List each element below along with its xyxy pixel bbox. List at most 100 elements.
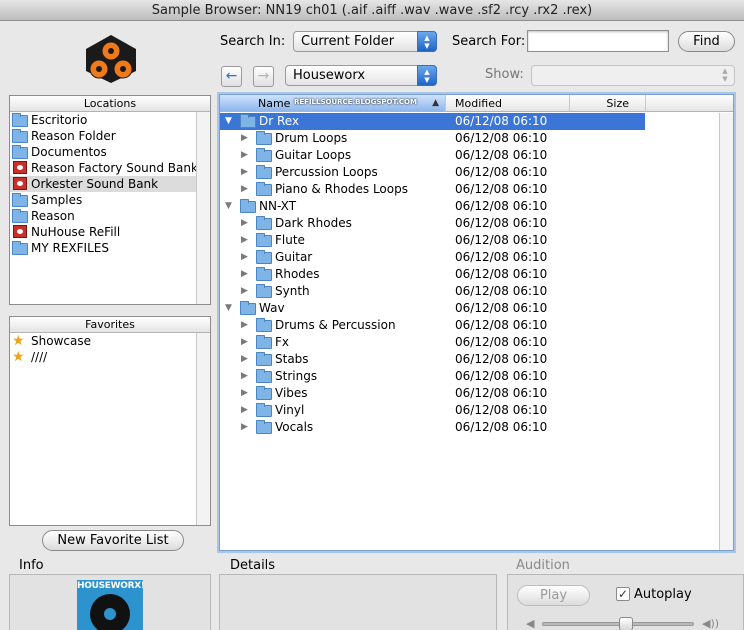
disclosure-collapsed-icon[interactable]: ▶ (241, 334, 248, 351)
browser-row[interactable]: ▶ Dark Rhodes 06/12/08 06:10 (220, 215, 645, 232)
browser-row[interactable]: ▶ Strings 06/12/08 06:10 (220, 368, 645, 385)
disclosure-collapsed-icon[interactable]: ▶ (241, 266, 248, 283)
refill-icon (13, 225, 27, 238)
popup-arrows-icon: ▲ ▼ (722, 67, 728, 83)
size-column-header[interactable]: Size (570, 95, 646, 112)
browser-row[interactable]: ▶ Vibes 06/12/08 06:10 (220, 385, 645, 402)
folder-icon (256, 318, 272, 332)
location-item[interactable]: Reason Factory Sound Bank (10, 160, 210, 176)
browser-row[interactable]: ▶ Vinyl 06/12/08 06:10 (220, 402, 645, 419)
browser-row[interactable]: ▶ Stabs 06/12/08 06:10 (220, 351, 645, 368)
folder-icon (256, 284, 272, 298)
browser-row-name: Piano & Rhodes Loops (275, 182, 408, 196)
browser-row[interactable]: ▶ Percussion Loops 06/12/08 06:10 (220, 164, 645, 181)
location-item[interactable]: Escritorio (10, 112, 210, 128)
browser-row[interactable]: ▶ Guitar 06/12/08 06:10 (220, 249, 645, 266)
disclosure-collapsed-icon[interactable]: ▶ (241, 419, 248, 436)
folder-icon (256, 386, 272, 400)
browser-row-date: 06/12/08 06:10 (455, 165, 548, 179)
name-column-header[interactable]: Name REFILLSOURCE.BLOGSPOT.COM ▲ (220, 95, 446, 112)
location-label: Escritorio (31, 113, 88, 127)
find-button[interactable]: Find (678, 31, 735, 52)
browser-row[interactable]: ▼ NN-XT 06/12/08 06:10 (220, 198, 645, 215)
location-item[interactable]: NuHouse ReFill (10, 224, 210, 240)
disclosure-expanded-icon[interactable]: ▼ (225, 113, 232, 130)
browser-scrollbar[interactable] (719, 113, 733, 550)
browser-row[interactable]: ▶ Fx 06/12/08 06:10 (220, 334, 645, 351)
favorites-scrollbar[interactable] (196, 333, 210, 525)
folder-icon (256, 352, 272, 366)
browser-row-date: 06/12/08 06:10 (455, 233, 548, 247)
location-item[interactable]: Samples (10, 192, 210, 208)
autoplay-checkbox[interactable]: ✓ (616, 587, 630, 601)
folder-icon (256, 216, 272, 230)
star-icon: ★ (12, 333, 25, 349)
locations-list: Escritorio Reason Folder Documentos Reason … (10, 112, 210, 256)
disclosure-collapsed-icon[interactable]: ▶ (241, 164, 248, 181)
modified-column-header[interactable]: Modified (446, 95, 570, 112)
disclosure-expanded-icon[interactable]: ▼ (225, 300, 232, 317)
browser-row-date: 06/12/08 06:10 (455, 114, 548, 128)
new-favorite-list-button[interactable]: New Favorite List (42, 530, 184, 551)
volume-slider-knob[interactable] (618, 617, 633, 630)
show-select[interactable]: ▲ ▼ (531, 65, 735, 86)
browser-row[interactable]: ▶ Guitar Loops 06/12/08 06:10 (220, 147, 645, 164)
locations-scrollbar[interactable] (196, 112, 210, 304)
disclosure-collapsed-icon[interactable]: ▶ (241, 368, 248, 385)
browser-row[interactable]: ▼ Dr Rex 06/12/08 06:10 (220, 113, 645, 130)
folder-icon (12, 241, 28, 255)
search-for-input[interactable] (527, 30, 669, 52)
favorites-header: Favorites (10, 317, 210, 333)
audition-title: Audition (516, 558, 570, 573)
disclosure-collapsed-icon[interactable]: ▶ (241, 130, 248, 147)
browser-row-name: Percussion Loops (275, 165, 378, 179)
star-icon: ★ (12, 349, 25, 365)
browser-row[interactable]: ▶ Drums & Percussion 06/12/08 06:10 (220, 317, 645, 334)
location-item[interactable]: Reason (10, 208, 210, 224)
folder-select[interactable]: Houseworx ▲ ▼ (285, 65, 437, 86)
location-label: NuHouse ReFill (31, 225, 121, 239)
browser-row[interactable]: ▶ Drum Loops 06/12/08 06:10 (220, 130, 645, 147)
disclosure-collapsed-icon[interactable]: ▶ (241, 351, 248, 368)
browser-row[interactable]: ▶ Flute 06/12/08 06:10 (220, 232, 645, 249)
disclosure-collapsed-icon[interactable]: ▶ (241, 283, 248, 300)
favorite-item[interactable]: ★ //// (10, 349, 210, 365)
location-item[interactable]: MY REXFILES (10, 240, 210, 256)
location-item[interactable]: Reason Folder (10, 128, 210, 144)
search-in-select[interactable]: Current Folder ▲ ▼ (293, 31, 437, 52)
browser-row[interactable]: ▶ Rhodes 06/12/08 06:10 (220, 266, 645, 283)
folder-icon (256, 233, 272, 247)
disclosure-collapsed-icon[interactable]: ▶ (241, 232, 248, 249)
favorite-item[interactable]: ★ Showcase (10, 333, 210, 349)
disclosure-collapsed-icon[interactable]: ▶ (241, 147, 248, 164)
forward-arrow-icon[interactable]: → (253, 66, 274, 87)
browser-row[interactable]: ▶ Vocals 06/12/08 06:10 (220, 419, 645, 436)
refill-artwork: HOUSEWORX! (77, 580, 143, 630)
location-item[interactable]: Documentos (10, 144, 210, 160)
folder-icon (256, 369, 272, 383)
file-browser: Name REFILLSOURCE.BLOGSPOT.COM ▲ Modifie… (219, 94, 734, 551)
browser-row[interactable]: ▶ Synth 06/12/08 06:10 (220, 283, 645, 300)
play-button[interactable]: Play (517, 585, 590, 606)
browser-row-date: 06/12/08 06:10 (455, 369, 548, 383)
disclosure-collapsed-icon[interactable]: ▶ (241, 215, 248, 232)
folder-select-value: Houseworx (293, 68, 366, 83)
browser-row[interactable]: ▶ Piano & Rhodes Loops 06/12/08 06:10 (220, 181, 645, 198)
folder-icon (256, 250, 272, 264)
disclosure-collapsed-icon[interactable]: ▶ (241, 317, 248, 334)
disclosure-collapsed-icon[interactable]: ▶ (241, 402, 248, 419)
disclosure-collapsed-icon[interactable]: ▶ (241, 181, 248, 198)
location-label: Reason (31, 209, 75, 223)
browser-row-name: Drums & Percussion (275, 318, 396, 332)
disclosure-collapsed-icon[interactable]: ▶ (241, 249, 248, 266)
disclosure-expanded-icon[interactable]: ▼ (225, 198, 232, 215)
browser-row[interactable]: ▼ Wav 06/12/08 06:10 (220, 300, 645, 317)
back-arrow-icon[interactable]: ← (221, 66, 242, 87)
info-title: Info (19, 558, 44, 573)
folder-icon (256, 420, 272, 434)
location-item[interactable]: Orkester Sound Bank (10, 176, 210, 192)
folder-icon (256, 165, 272, 179)
browser-row-name: Guitar (275, 250, 313, 264)
disclosure-collapsed-icon[interactable]: ▶ (241, 385, 248, 402)
folder-icon (240, 301, 256, 315)
